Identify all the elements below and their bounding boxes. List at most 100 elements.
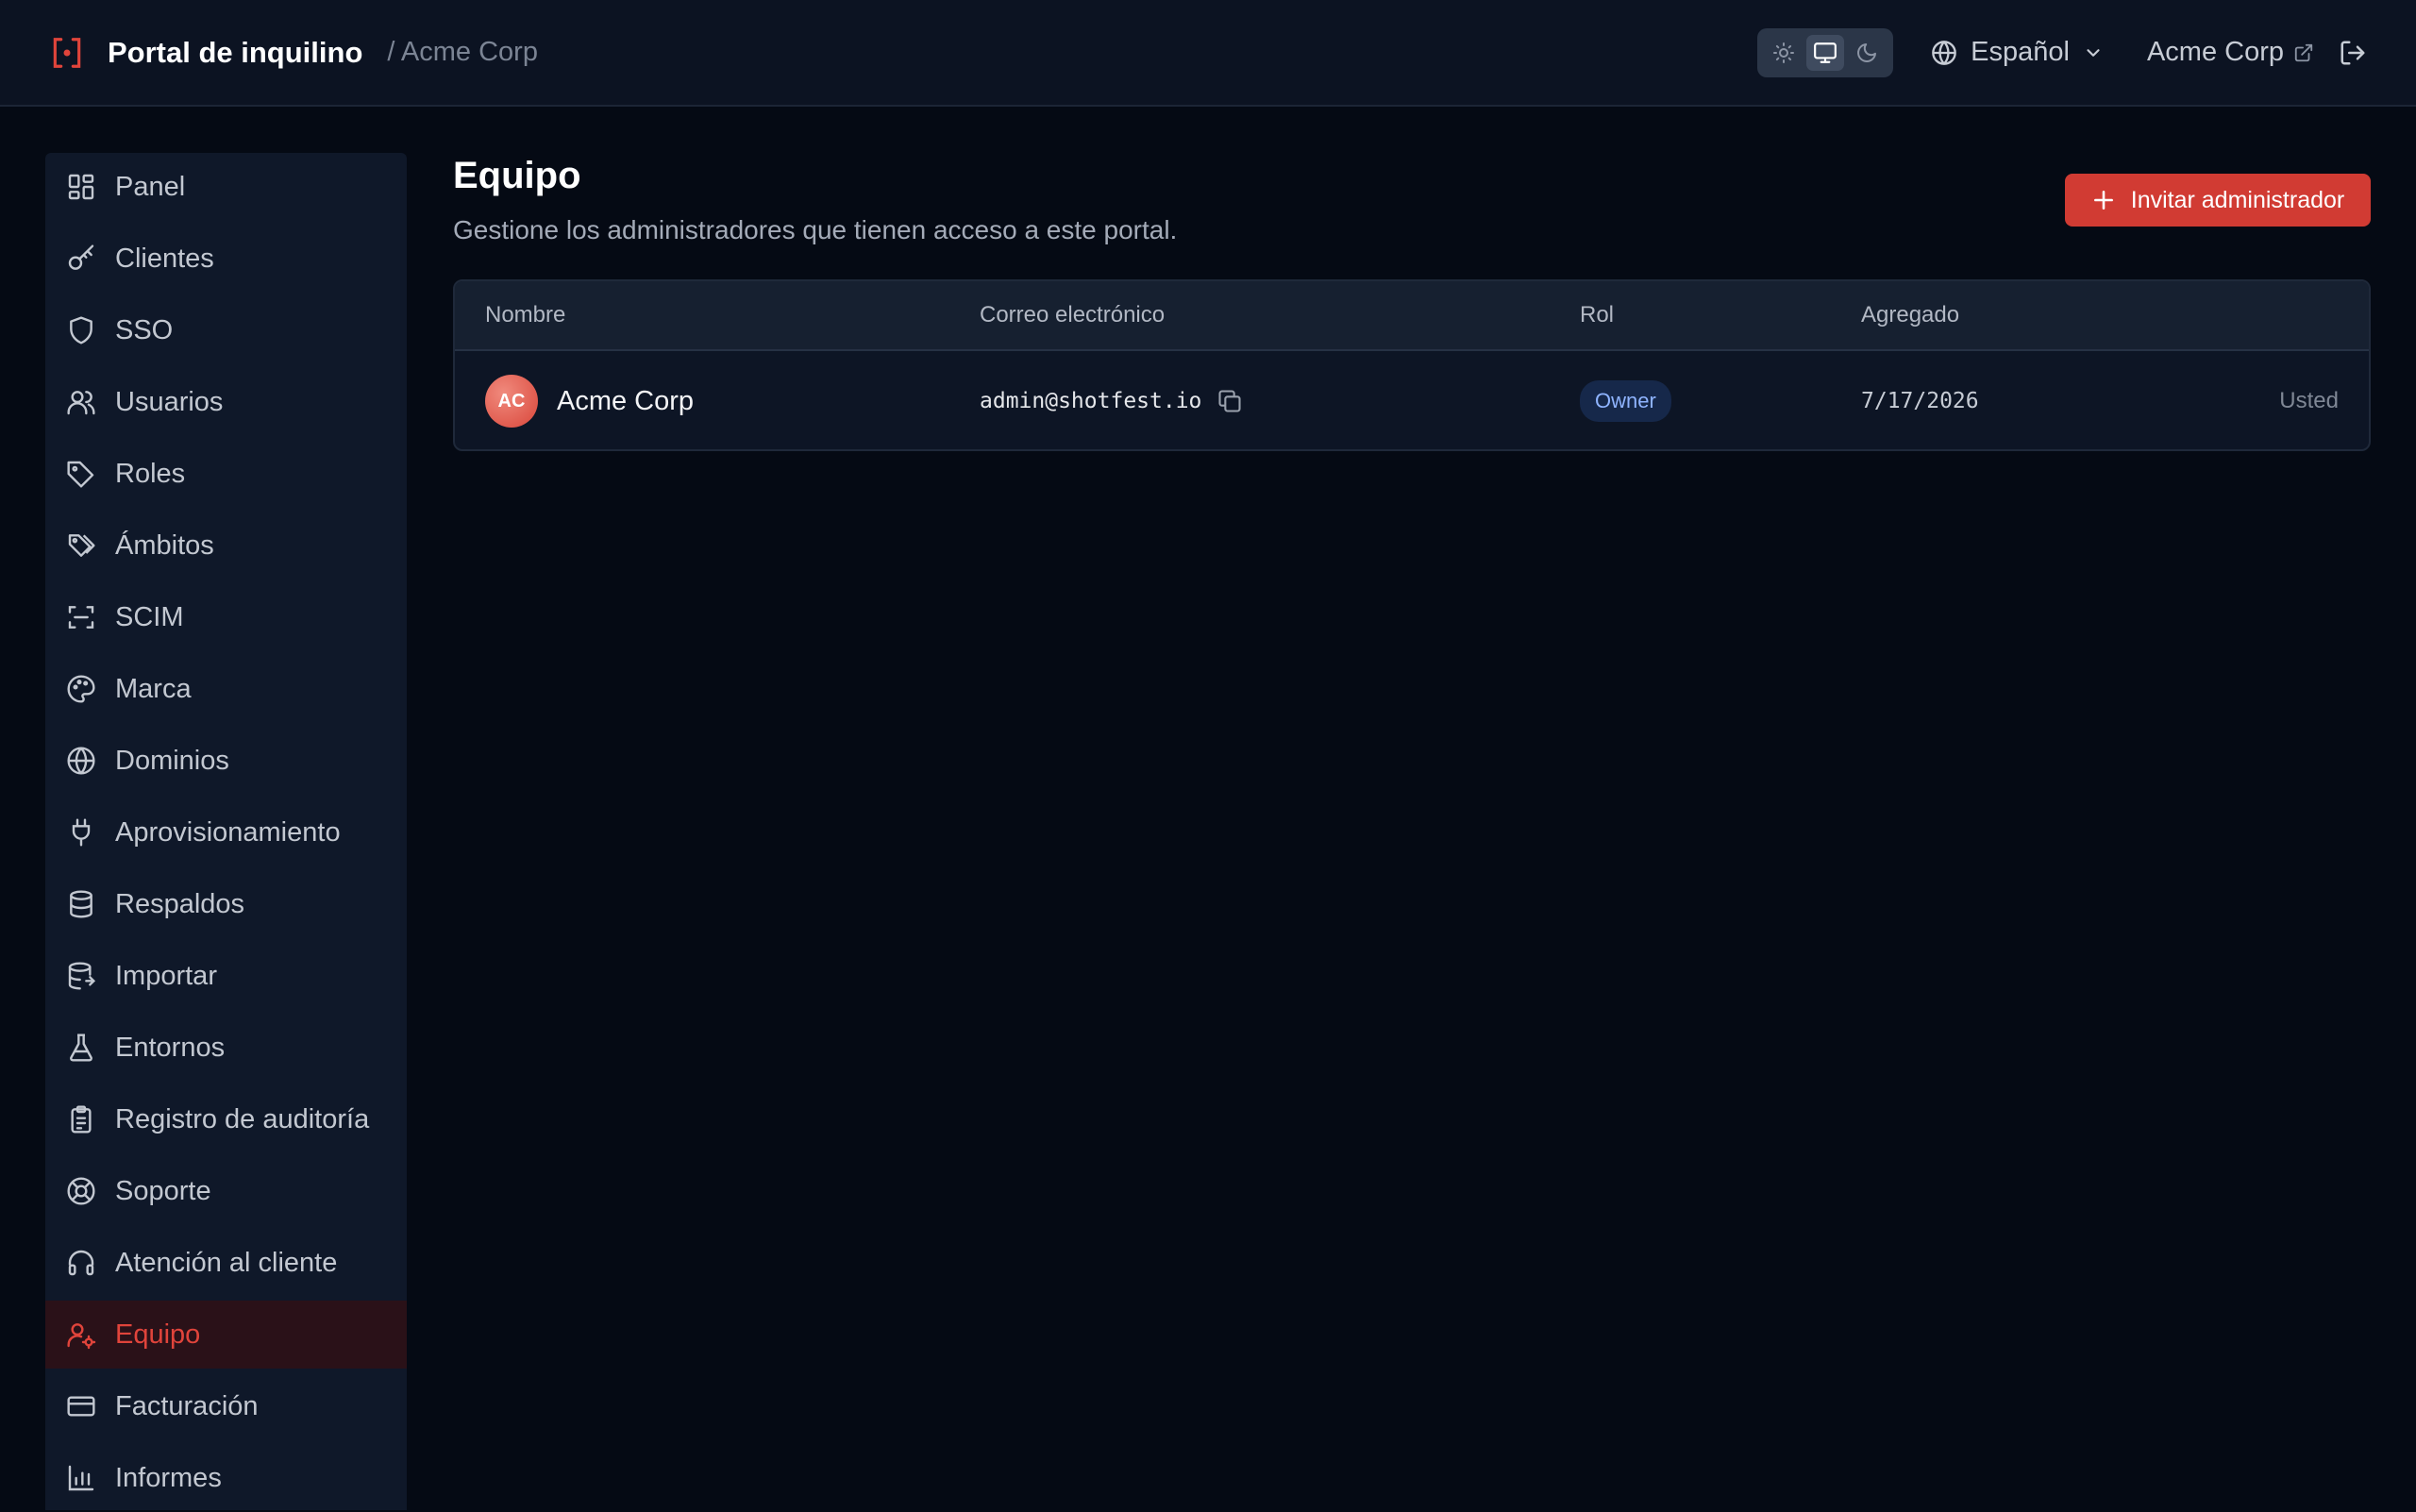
sidebar-item-sso[interactable]: SSO [45,296,407,364]
user-cog-icon [67,1323,96,1350]
app-title: Portal de inquilino [108,35,363,69]
member-name: Acme Corp [557,385,695,416]
tenant-link-label: Acme Corp [2146,37,2284,67]
sidebar-item-label: Roles [115,458,186,489]
copy-icon [1218,390,1241,412]
added-date: 7/17/2026 [1861,389,1979,413]
clipboard-icon [71,1105,92,1134]
key-icon [68,244,94,270]
sidebar-item-label: Entornos [115,1032,226,1063]
headset-icon [68,1250,94,1276]
plug-icon [72,818,91,847]
page-title: Equipo [453,155,581,196]
sidebar-item-clientes[interactable]: Clientes [45,225,407,293]
sidebar-item-facturacion[interactable]: Facturación [45,1372,407,1440]
invite-admin-button[interactable]: Invitar administrador [2065,174,2371,227]
sidebar-item-label: Registro de auditoría [115,1103,370,1134]
sidebar-item-scim[interactable]: SCIM [45,583,407,651]
brand-logo-icon [53,37,81,68]
external-link-icon [2294,43,2313,61]
added-cell: 7/17/2026 [1861,351,1979,449]
sidebar-item-label: Atención al cliente [115,1247,338,1278]
sidebar: Panel Clientes SSO Usuarios Roles Ámbito… [45,153,407,1510]
language-label: Español [1971,37,2070,67]
page-subtitle: Gestione los administradores que tienen … [453,215,1178,244]
self-indicator: Usted [2279,388,2339,413]
role-badge: Owner [1580,380,1671,422]
sidebar-item-dominios[interactable]: Dominios [45,727,407,795]
sun-icon [1773,42,1795,63]
scan-icon [68,606,94,629]
database-icon [70,890,92,918]
globe-icon [1932,40,1956,65]
sidebar-item-label: Dominios [115,745,229,776]
column-header-added[interactable]: Agregado [1861,281,1959,349]
plus-icon [2093,191,2113,210]
self-cell: Usted [2279,351,2339,449]
top-header: Portal de inquilino / Acme Corp Español … [0,0,2416,107]
table-row[interactable]: AC Acme Corp admin@shotfest.io Owner 7/1… [455,351,2369,449]
sidebar-item-label: SSO [115,314,174,345]
light-theme-button[interactable] [1765,35,1803,71]
column-header-name[interactable]: Nombre [485,281,565,349]
sidebar-item-label: Ámbitos [115,529,214,561]
sidebar-item-respaldos[interactable]: Respaldos [45,870,407,938]
monitor-icon [1814,42,1837,63]
sidebar-item-aprovisionamiento[interactable]: Aprovisionamiento [45,798,407,866]
system-theme-button[interactable] [1806,34,1845,71]
flask-icon [70,1033,92,1062]
dashboard-icon [68,174,94,200]
sidebar-item-usuarios[interactable]: Usuarios [45,368,407,436]
users-icon [67,391,95,415]
logout-icon [2340,41,2365,64]
sidebar-item-soporte[interactable]: Soporte [45,1157,407,1225]
sidebar-item-marca[interactable]: Marca [45,655,407,723]
shield-icon [70,316,92,344]
sidebar-item-label: Marca [115,673,192,704]
column-header-email[interactable]: Correo electrónico [980,281,1165,349]
sidebar-item-label: Equipo [115,1319,201,1350]
team-table: Nombre Correo electrónico Rol Agregado A… [453,279,2371,451]
credit-card-icon [67,1396,95,1417]
theme-toggle [1757,27,1894,77]
sidebar-item-label: Informes [115,1462,222,1493]
sidebar-item-ambitos[interactable]: Ámbitos [45,512,407,580]
member-cell: AC Acme Corp [485,351,695,449]
globe-icon [67,747,95,775]
sidebar-item-equipo[interactable]: Equipo [45,1301,407,1369]
avatar: AC [485,375,538,428]
sidebar-item-label: Respaldos [115,888,245,919]
sidebar-item-label: Usuarios [115,386,224,417]
sidebar-item-label: Aprovisionamiento [115,816,341,848]
sidebar-item-panel[interactable]: Panel [45,153,407,221]
email-cell: admin@shotfest.io [980,351,1243,449]
copy-email-button[interactable] [1216,388,1243,414]
tenant-link[interactable]: Acme Corp [2147,37,2314,68]
sidebar-item-importar[interactable]: Importar [45,942,407,1010]
sidebar-item-label: SCIM [115,601,184,632]
member-email: admin@shotfest.io [980,389,1202,413]
database-import-icon [68,962,96,990]
sidebar-item-entornos[interactable]: Entornos [45,1014,407,1082]
column-header-role[interactable]: Rol [1580,281,1614,349]
dark-theme-button[interactable] [1848,35,1886,71]
brand[interactable]: Portal de inquilino / Acme Corp [49,35,538,71]
sidebar-item-informes[interactable]: Informes [45,1444,407,1512]
chevron-down-icon [2087,48,2100,57]
logout-button[interactable] [2339,39,2367,67]
sidebar-item-label: Clientes [115,243,214,274]
sidebar-item-label: Panel [115,171,186,202]
breadcrumb: / Acme Corp [387,37,538,67]
sidebar-item-atencion-cliente[interactable]: Atención al cliente [45,1229,407,1297]
lifebuoy-icon [67,1177,95,1205]
table-header: Nombre Correo electrónico Rol Agregado [455,281,2369,351]
tag-icon [67,461,94,488]
sidebar-item-label: Soporte [115,1175,211,1206]
sidebar-item-registro-auditoria[interactable]: Registro de auditoría [45,1085,407,1153]
sidebar-item-roles[interactable]: Roles [45,440,407,508]
language-select[interactable]: Español [1931,37,2104,68]
sidebar-item-label: Importar [115,960,217,991]
palette-icon [67,675,95,703]
sidebar-item-label: Facturación [115,1390,259,1421]
invite-admin-label: Invitar administrador [2130,186,2345,213]
